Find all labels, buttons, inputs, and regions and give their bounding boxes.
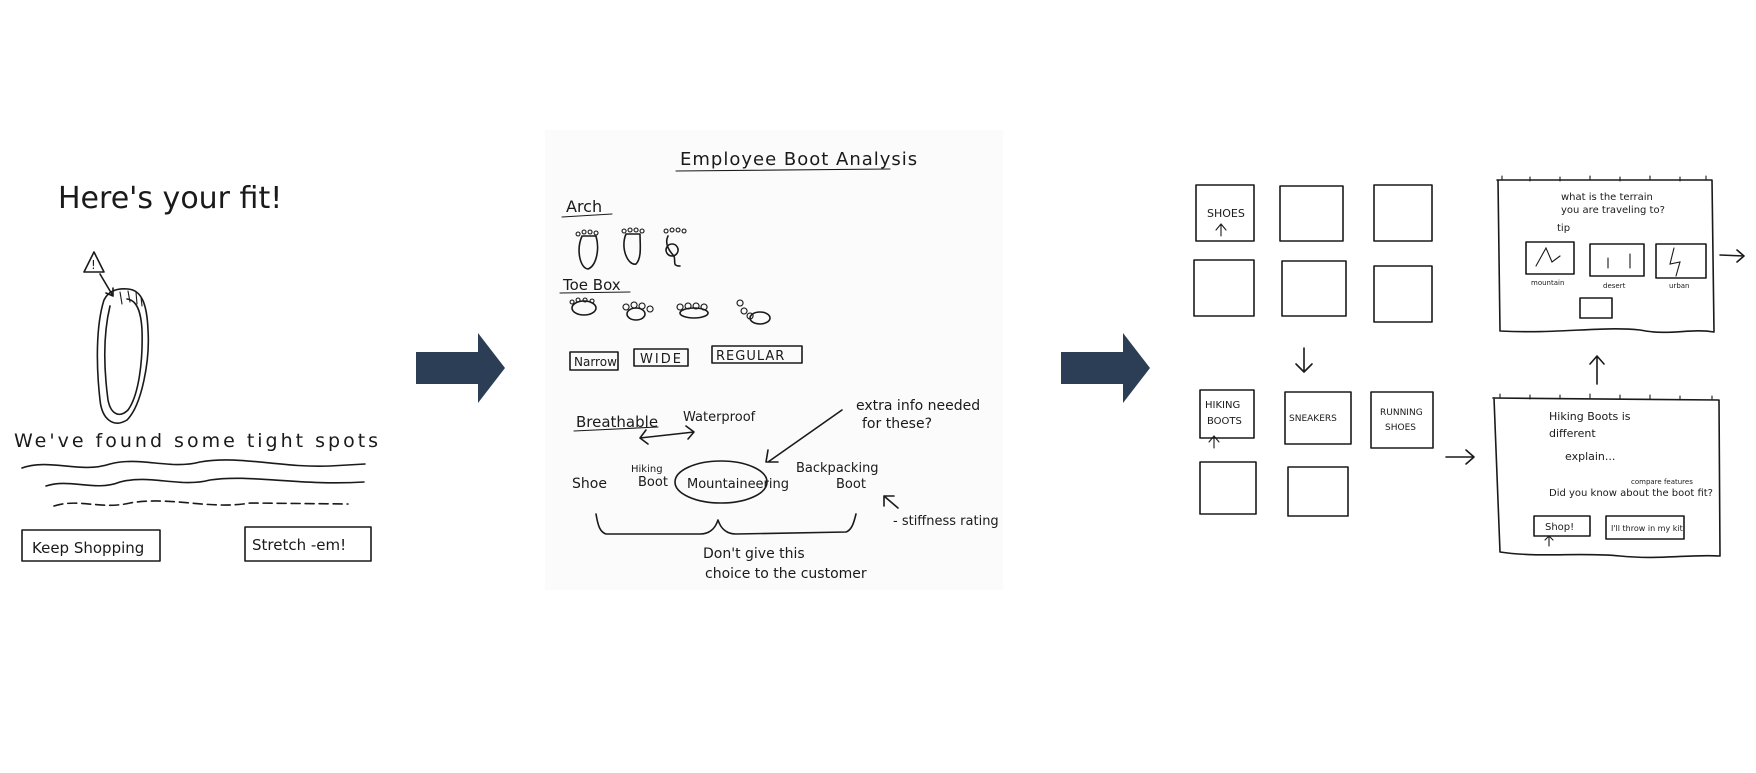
fit-title: Here's your fit!: [58, 181, 282, 216]
mountain-option-label: mountain: [1531, 279, 1564, 287]
category-tile[interactable]: [1373, 184, 1433, 242]
throw-in-kit-label: I'll throw in my kit: [1611, 524, 1683, 533]
continue-button[interactable]: [1579, 297, 1613, 319]
running-shoes-tile-line1: RUNNING: [1380, 408, 1423, 418]
analysis-title: Employee Boot Analysis: [680, 149, 918, 170]
terrain-question-line2: you are traveling to?: [1561, 205, 1665, 216]
hiking-info-line2: different: [1549, 427, 1596, 440]
shop-button[interactable]: Shop!: [1533, 515, 1591, 547]
hiking-info-small-note: compare features: [1631, 478, 1693, 486]
shoes-tile-label: SHOES: [1207, 207, 1245, 220]
category-tile[interactable]: [1287, 466, 1349, 517]
category-tile[interactable]: [1193, 259, 1255, 317]
customer-note-line1: Don't give this: [703, 546, 805, 562]
customer-note-line2: choice to the customer: [705, 566, 867, 582]
text-placeholder-line: [45, 477, 365, 487]
tight-spots-message: We've found some tight spots: [14, 430, 381, 452]
category-tile[interactable]: [1279, 185, 1344, 242]
text-placeholder-line: [53, 500, 349, 507]
hiking-boots-info-screen: Hiking Boots is different explain... com…: [1492, 393, 1721, 559]
flow-arrow-icon: [1061, 333, 1150, 403]
mountaineering-label: Mountaineering: [687, 477, 789, 492]
wide-label: WIDE: [640, 352, 683, 367]
throw-in-kit-button[interactable]: I'll throw in my kit: [1605, 515, 1685, 540]
right-arrow-icon: [1445, 449, 1475, 465]
shoe-label: Shoe: [572, 476, 607, 492]
narrow-label: Narrow: [574, 355, 617, 369]
stretch-em-button[interactable]: Stretch -em!: [244, 526, 372, 562]
sketch-category-flow: SHOES HIKING BOOTS SNEAKERS RUNNING SHOE…: [1193, 175, 1745, 559]
category-tile-shoes[interactable]: SHOES: [1195, 184, 1255, 242]
toe-box-heading: Toe Box: [562, 276, 621, 294]
hiking-info-line3: explain...: [1565, 450, 1615, 463]
hiking-boots-tile-line2: BOOTS: [1207, 416, 1242, 427]
category-tile-sneakers[interactable]: SNEAKERS: [1284, 391, 1352, 445]
text-placeholder-line: [21, 459, 366, 469]
terrain-question-line1: what is the terrain: [1561, 192, 1653, 203]
sketch-boot-analysis: Employee Boot Analysis Arch Toe Box Narr…: [545, 130, 1003, 590]
extra-info-note-line1: extra info needed: [856, 398, 980, 414]
regular-label: REGULAR: [716, 349, 785, 364]
sneakers-tile-label: SNEAKERS: [1289, 414, 1337, 424]
flow-arrow-icon: [416, 333, 505, 403]
backpacking-boot-label-line2: Boot: [836, 477, 866, 492]
breathable-label: Breathable: [576, 413, 658, 431]
terrain-option-mountain[interactable]: mountain: [1525, 241, 1575, 287]
running-shoes-tile-line2: SHOES: [1385, 423, 1416, 433]
terrain-tip: tip: [1557, 223, 1570, 234]
right-arrow-icon: [1719, 249, 1745, 263]
category-tile[interactable]: [1281, 260, 1347, 317]
warning-symbol: !: [91, 258, 96, 272]
hiking-info-line4: Did you know about the boot fit?: [1549, 488, 1713, 499]
up-arrow-icon: [1589, 355, 1605, 385]
sketch-fit-result: Here's your fit! ! We've found some tigh…: [14, 181, 381, 562]
foot-outline-icon: [96, 288, 150, 424]
terrain-option-desert[interactable]: desert: [1589, 243, 1645, 290]
hiking-boots-tile-line1: HIKING: [1205, 400, 1240, 411]
backpacking-boot-label-line1: Backpacking: [796, 461, 879, 476]
keep-shopping-label: Keep Shopping: [32, 539, 144, 557]
category-tile[interactable]: [1199, 461, 1257, 515]
down-arrow-icon: [1295, 347, 1313, 373]
terrain-question-screen: what is the terrain you are traveling to…: [1496, 175, 1715, 334]
extra-info-note-line2: for these?: [862, 416, 932, 432]
desert-option-label: desert: [1603, 282, 1626, 290]
shop-button-label: Shop!: [1545, 522, 1574, 533]
cursor-icon: [1215, 223, 1227, 237]
category-tile-hiking-boots[interactable]: HIKING BOOTS: [1199, 389, 1255, 449]
stiffness-note: - stiffness rating: [893, 514, 999, 529]
terrain-option-urban[interactable]: urban: [1655, 243, 1707, 290]
arch-heading: Arch: [566, 197, 602, 216]
hiking-boot-label-line2: Boot: [638, 475, 668, 490]
hiking-info-line1: Hiking Boots is: [1549, 410, 1631, 423]
hiking-boot-label-line1: Hiking: [631, 464, 663, 475]
cursor-icon: [1544, 535, 1554, 547]
category-tile-running-shoes[interactable]: RUNNING SHOES: [1370, 391, 1434, 449]
keep-shopping-button[interactable]: Keep Shopping: [21, 529, 161, 562]
storyboard-canvas: Here's your fit! ! We've found some tigh…: [14, 130, 1745, 590]
category-tile[interactable]: [1373, 265, 1433, 323]
urban-option-label: urban: [1669, 282, 1689, 290]
waterproof-label: Waterproof: [683, 410, 756, 425]
stretch-em-label: Stretch -em!: [252, 536, 346, 554]
